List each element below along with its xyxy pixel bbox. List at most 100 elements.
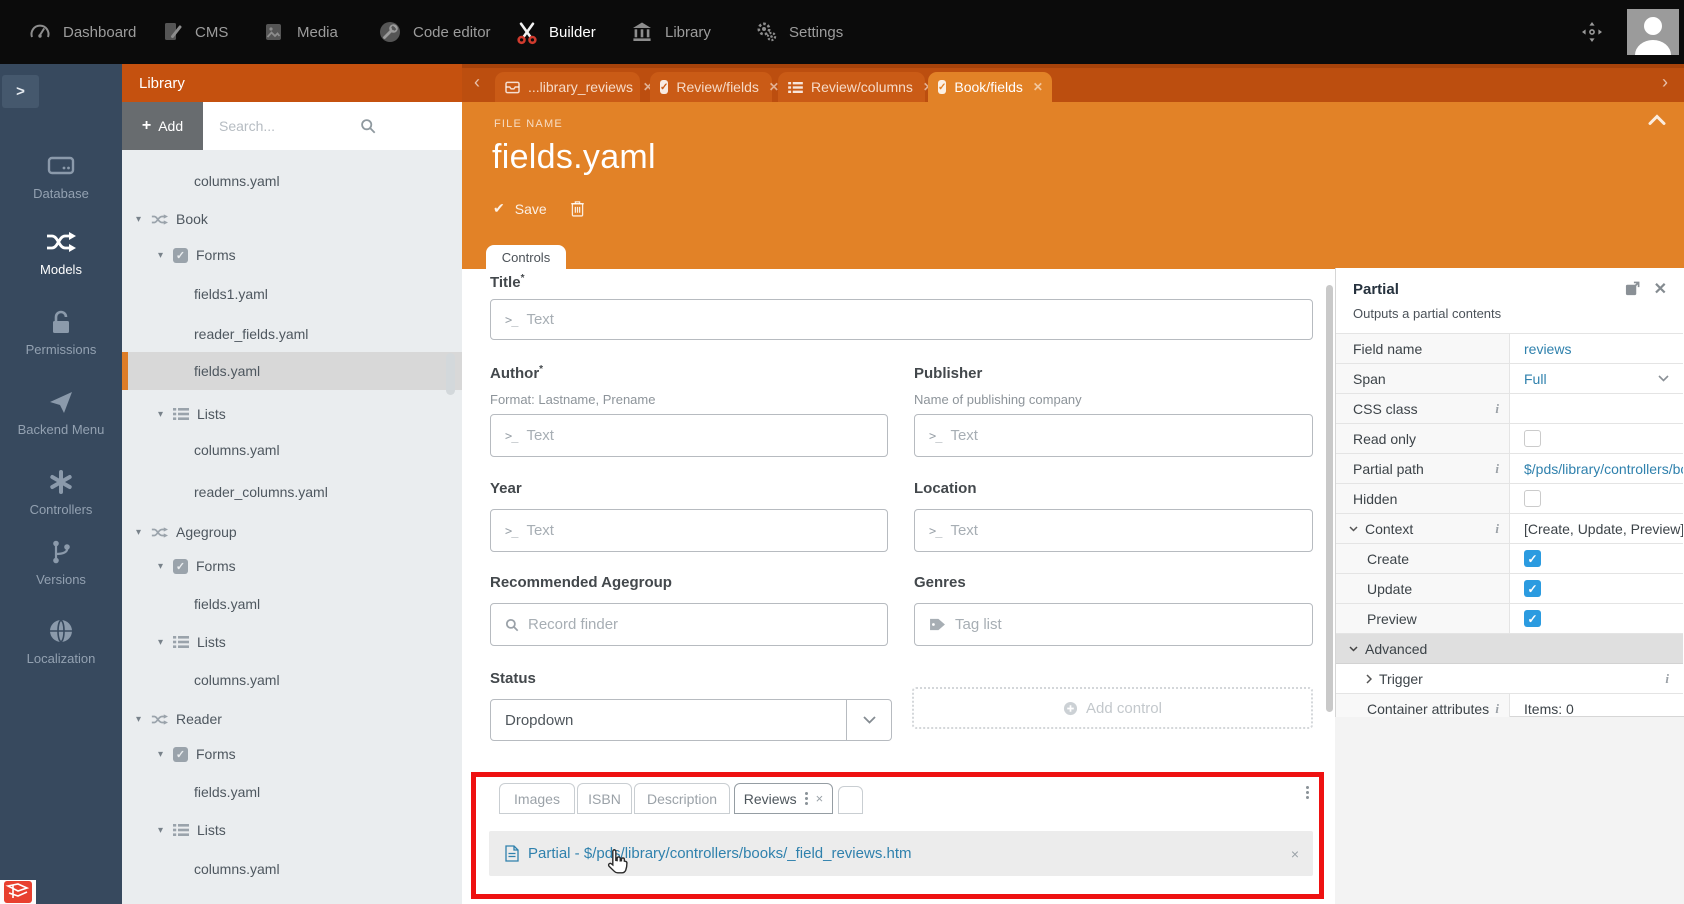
tree-item-file[interactable]: reader_fields.yaml [122,315,462,353]
tree-item-forms[interactable]: ▾ ✓ Forms [122,236,462,274]
tree-item-lists[interactable]: ▾ Lists [122,623,462,661]
caret-down-icon[interactable]: ▾ [158,825,173,836]
sidebar-item-backend-menu[interactable]: Backend Menu [0,388,122,437]
tree-item-model-book[interactable]: ▾ Book [122,200,462,238]
caret-down-icon[interactable]: ▾ [158,250,173,261]
tree-item-lists[interactable]: ▾ Lists [122,811,462,849]
checkbox-checked[interactable]: ✓ [1524,610,1541,627]
tree-item-file[interactable]: columns.yaml [122,162,462,200]
control-dropdown-status[interactable]: Dropdown [490,699,892,741]
tab-review-fields[interactable]: ✓ Review/fields ✕ [650,72,772,102]
inspector-row-partial-path[interactable]: Partial pathi $/pds/library/controllers/… [1336,454,1683,484]
sidebar-item-label: Controllers [30,502,93,517]
canvas-scrollbar[interactable] [1326,285,1333,712]
sidebar-item-models[interactable]: Models [0,228,122,277]
caret-down-icon[interactable]: ▾ [158,409,173,420]
tree-scrollbar[interactable] [446,353,455,395]
tree-item-file[interactable]: fields.yaml [122,585,462,623]
control-text-author[interactable]: >_Text [490,414,888,457]
tree-item-lists[interactable]: ▾ Lists [122,395,462,433]
tab-library-reviews[interactable]: ...library_reviews ✕ [495,72,640,102]
chevron-down-icon[interactable] [846,700,891,740]
inspector-row-field-name[interactable]: Field name reviews [1336,334,1683,364]
control-text-year[interactable]: >_Text [490,509,888,552]
sidebar-item-localization[interactable]: Localization [0,617,122,666]
save-button[interactable]: ✔ Save [493,200,547,217]
tree-item-file[interactable]: reader_columns.yaml [122,473,462,511]
control-taglist-genres[interactable]: Tag list [914,603,1313,646]
nav-label: Builder [549,24,596,41]
gears-icon [754,20,778,44]
tree-item-model-agegroup[interactable]: ▾ Agegroup [122,513,462,551]
annotation-red-box [471,772,1324,899]
inspector-row-trigger[interactable]: Trigger i [1336,664,1683,694]
inspector-row-preview[interactable]: Preview ✓ [1336,604,1683,634]
caret-down-icon[interactable]: ▾ [158,637,173,648]
tree-item-file[interactable]: columns.yaml [122,661,462,699]
tree-item-forms[interactable]: ▾ ✓ Forms [122,547,462,585]
tree-item-file[interactable]: fields.yaml [122,773,462,811]
tab-book-fields-active[interactable]: ✓ Book/fields ✕ [928,72,1052,102]
tree-item-file[interactable]: fields1.yaml [122,275,462,313]
close-inspector-icon[interactable]: ✕ [1654,279,1667,299]
inspector-row-span[interactable]: Span Full [1336,364,1683,394]
nav-item-code-editor[interactable]: Code editor [378,0,491,64]
checkbox-checked[interactable]: ✓ [1524,550,1541,567]
chevron-down-icon[interactable] [1658,375,1669,382]
caret-down-icon[interactable]: ▾ [158,561,173,572]
nav-item-settings[interactable]: Settings [754,0,843,64]
nav-item-library[interactable]: Library [630,0,711,64]
tabs-scroll-left-icon[interactable]: ‹ [474,73,480,91]
move-crosshair-icon[interactable] [1580,20,1604,44]
tab-review-columns[interactable]: Review/columns ✕ [778,72,925,102]
inspector-row-hidden[interactable]: Hidden [1336,484,1683,514]
tree-item-file[interactable]: columns.yaml [122,431,462,469]
caret-down-icon[interactable]: ▾ [158,749,173,760]
nav-label: Media [297,24,338,41]
inspector-row-update[interactable]: Update ✓ [1336,574,1683,604]
tabs-scroll-right-icon[interactable]: › [1662,73,1668,91]
control-recordfinder-agegroup[interactable]: Record finder [490,603,888,646]
tree-item-model-reader[interactable]: ▾ Reader [122,700,462,738]
inspector-row-read-only[interactable]: Read only [1336,424,1683,454]
control-text-publisher[interactable]: >_Text [914,414,1313,457]
caret-down-icon[interactable]: ▾ [136,527,151,538]
caret-down-icon[interactable]: ▾ [136,214,151,225]
add-button[interactable]: + Add [122,102,203,150]
tab-controls[interactable]: Controls [486,245,566,270]
open-in-popup-icon[interactable] [1625,281,1640,296]
tree-item-forms[interactable]: ▾ ✓ Forms [122,735,462,773]
chevron-down-icon[interactable] [1349,526,1358,532]
sidebar-item-versions[interactable]: Versions [0,538,122,587]
user-avatar[interactable] [1627,9,1679,55]
checkbox-unchecked[interactable] [1524,490,1541,507]
inspector-row-css-class[interactable]: CSS classi [1336,394,1683,424]
control-text-title[interactable]: >_Text [490,299,1313,340]
checkbox-checked[interactable]: ✓ [1524,580,1541,597]
tree-item-file-selected[interactable]: fields.yaml [122,352,462,390]
nav-item-builder[interactable]: Builder [514,0,596,64]
sidebar-item-database[interactable]: Database [0,152,122,201]
caret-down-icon[interactable]: ▾ [136,714,151,725]
tree-item-file[interactable]: columns.yaml [122,850,462,888]
file-name-value[interactable]: fields.yaml [492,138,656,177]
close-tab-icon[interactable]: ✕ [1033,80,1043,94]
trash-icon[interactable] [570,200,585,217]
nav-item-cms[interactable]: CMS [160,0,228,64]
checkbox-unchecked[interactable] [1524,430,1541,447]
inspector-section-advanced[interactable]: Advanced [1336,634,1683,664]
nav-item-media[interactable]: Media [262,0,338,64]
collapse-header-icon[interactable] [1648,114,1666,126]
search-input[interactable] [203,102,462,150]
sidebar-item-permissions[interactable]: Permissions [0,308,122,357]
tree-item-model-review[interactable]: ▾ Review [122,890,462,904]
sidebar-item-controllers[interactable]: Controllers [0,468,122,517]
control-text-location[interactable]: >_Text [914,509,1313,552]
inspector-row-context[interactable]: Contexti [Create, Update, Preview] [1336,514,1683,544]
inspector-row-create[interactable]: Create ✓ [1336,544,1683,574]
search-icon[interactable] [360,118,376,134]
expand-sidebar-button[interactable]: > [2,75,39,108]
sidebar-item-label: Models [40,262,82,277]
nav-item-dashboard[interactable]: Dashboard [28,0,136,64]
add-control-button[interactable]: Add control [912,687,1313,729]
